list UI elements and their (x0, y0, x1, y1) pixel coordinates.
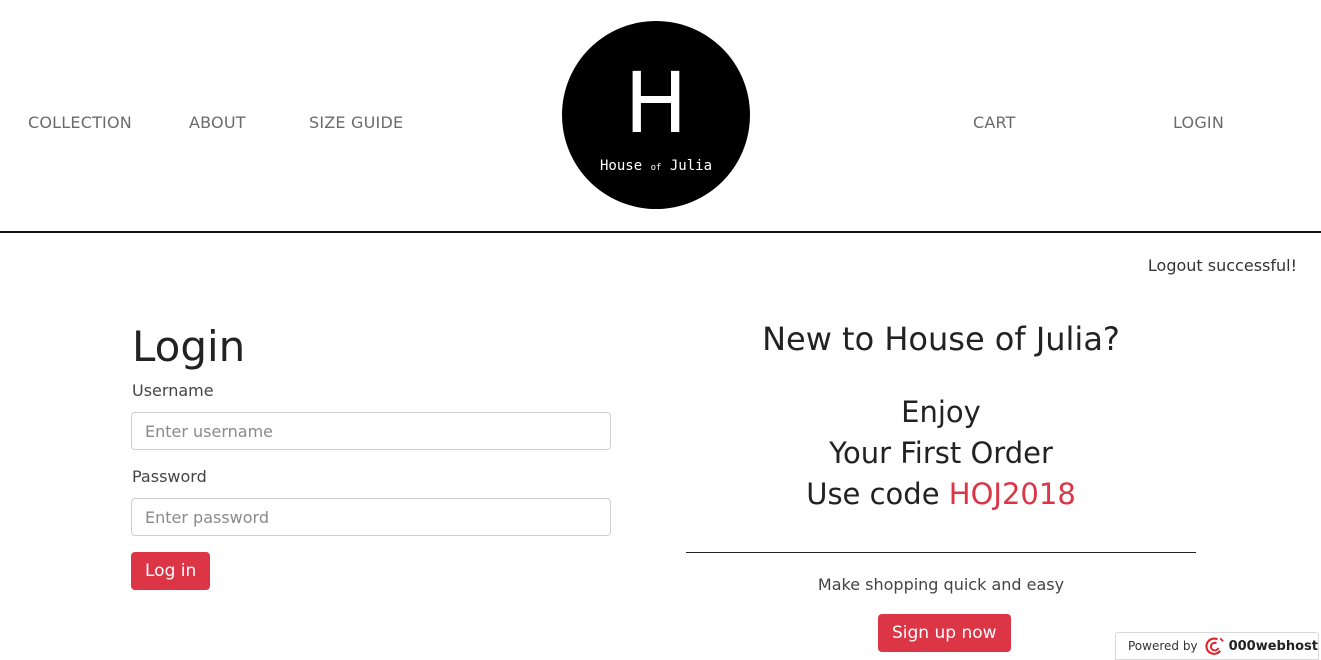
powered-by-label: Powered by (1128, 639, 1198, 653)
nav-cart-link[interactable]: CART (973, 113, 1016, 132)
signup-button[interactable]: Sign up now (878, 614, 1011, 652)
powered-by-badge[interactable]: Powered by 000webhost (1115, 632, 1319, 660)
login-button[interactable]: Log in (131, 552, 211, 590)
promo-divider (686, 552, 1196, 553)
promo-line-enjoy: Enjoy (901, 395, 981, 429)
promo-code-prefix: Use code (806, 477, 940, 511)
site-header: COLLECTION ABOUT SIZE GUIDE H House of J… (0, 0, 1321, 233)
username-label: Username (132, 381, 214, 400)
promo-line-first-order: Your First Order (829, 436, 1053, 470)
logo-letter: H (624, 54, 688, 152)
nav-login-link[interactable]: LOGIN (1173, 113, 1224, 132)
promo-heading: New to House of Julia? (762, 320, 1120, 358)
promo-tagline: Make shopping quick and easy (817, 575, 1065, 594)
logo-word-house: House (599, 158, 643, 174)
powered-by-brand: 000webhost (1228, 638, 1318, 654)
flash-message: Logout successful! (1147, 256, 1297, 275)
house-of-julia-logo[interactable]: H House of Julia (562, 21, 750, 209)
logo-word-of: of (650, 163, 662, 173)
webhost-logo-icon (1205, 637, 1224, 655)
username-input[interactable] (131, 412, 611, 450)
logo-wordmark: House of Julia (562, 158, 750, 174)
nav-collection-link[interactable]: COLLECTION (28, 113, 132, 132)
login-title: Login (132, 322, 246, 371)
nav-about-link[interactable]: ABOUT (189, 113, 246, 132)
password-label: Password (132, 467, 207, 486)
promo-line-code: Use code HOJ2018 (686, 477, 1196, 511)
password-input[interactable] (131, 498, 611, 536)
nav-size-guide-link[interactable]: SIZE GUIDE (309, 113, 403, 132)
promo-code: HOJ2018 (948, 477, 1076, 511)
logo-word-julia: Julia (669, 158, 713, 174)
